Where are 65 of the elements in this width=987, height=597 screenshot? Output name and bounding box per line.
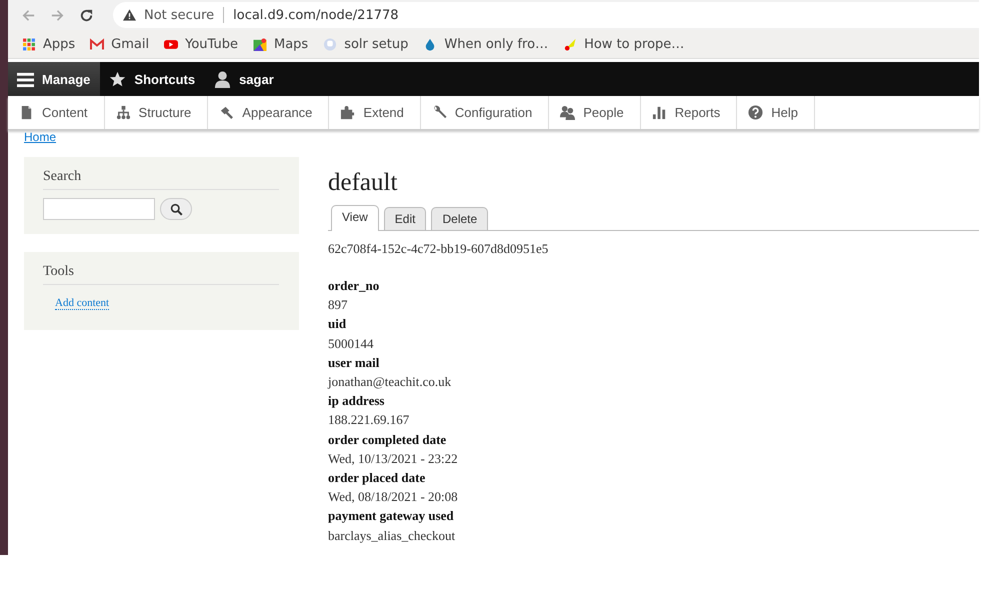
bookmark[interactable]: Apps	[22, 36, 76, 52]
menu-icon	[17, 70, 34, 88]
page-title: default	[328, 169, 398, 197]
menu-item[interactable]: Content	[8, 96, 105, 129]
field-label: order placed date	[328, 469, 426, 488]
menu-item[interactable]: People	[549, 96, 641, 129]
wrench-icon	[432, 105, 447, 120]
address-bar[interactable]: Not secure local.d9.com/node/21778	[113, 2, 979, 28]
field-value: barclays_alias_checkout	[328, 526, 456, 545]
toolbar-tab[interactable]: Manage	[8, 62, 100, 96]
back-icon[interactable]	[21, 8, 36, 22]
breadcrumb-link[interactable]: Home	[24, 130, 56, 144]
field-label: ip address	[328, 392, 386, 410]
help-icon	[748, 105, 764, 120]
people-icon	[560, 105, 576, 120]
field-value: jonathan@teachit.co.uk	[328, 373, 452, 392]
block-title: Search	[43, 169, 279, 190]
field-label: order completed date	[328, 430, 448, 449]
field-value: 188.221.69.167	[328, 411, 410, 430]
url-text: local.d9.com/node/21778	[233, 8, 399, 22]
tab[interactable]: View	[331, 205, 379, 231]
menu-item[interactable]: Help	[737, 96, 815, 129]
field-label: order_no	[328, 277, 380, 295]
warning-icon	[123, 9, 136, 21]
search-field[interactable]	[43, 198, 155, 220]
block-title: Tools	[43, 264, 279, 285]
grid-icon	[22, 38, 36, 50]
forward-icon[interactable]	[50, 8, 65, 22]
field-value: 897	[328, 296, 348, 314]
menu-item[interactable]: Appearance	[208, 96, 330, 129]
mail-icon	[90, 38, 104, 50]
menu-item[interactable]: Reports	[640, 96, 738, 129]
bookmark[interactable]: Gmail	[90, 36, 150, 52]
field-value: Wed, 10/13/2021 - 23:22	[328, 450, 459, 468]
bar-chart-icon	[652, 105, 667, 120]
field-label: payment gateway used	[328, 507, 455, 526]
field-label: uid	[328, 315, 348, 334]
search-button[interactable]	[160, 198, 192, 220]
reload-icon[interactable]	[79, 8, 94, 22]
search-icon	[170, 202, 182, 216]
bookmark[interactable]: YouTube	[164, 36, 238, 52]
bookmark[interactable]: How to prope…	[563, 36, 684, 52]
uuid-text: 62c708f4-152c-4c72-bb19-607d8d0951e5	[328, 241, 550, 257]
play-icon	[164, 38, 178, 50]
field-label: user mail	[328, 354, 380, 372]
toolbar-tab[interactable]: Shortcuts	[100, 62, 206, 96]
menu-item[interactable]: Configuration	[420, 96, 550, 129]
map-icon	[252, 38, 267, 50]
document-icon	[19, 105, 34, 120]
field-value: 5000144	[328, 334, 374, 353]
bookmark[interactable]: When only fro…	[423, 36, 548, 52]
user-icon	[214, 70, 232, 88]
tab[interactable]: Delete	[431, 207, 488, 230]
security-label: Not secure	[144, 8, 214, 22]
menu-item[interactable]: Structure	[104, 96, 208, 129]
star-icon	[109, 70, 126, 88]
hierarchy-icon	[116, 105, 131, 120]
tab[interactable]: Edit	[384, 207, 426, 230]
field-value: Wed, 08/18/2021 - 20:08	[328, 488, 459, 506]
bookmark[interactable]: solr setup	[323, 36, 408, 52]
menu-item[interactable]: Extend	[329, 96, 421, 129]
bookmark[interactable]: Maps	[252, 36, 308, 52]
puzzle-icon	[340, 105, 356, 120]
add-content-link[interactable]: Add content	[55, 297, 110, 310]
toolbar-tab[interactable]: sagar	[205, 62, 284, 96]
